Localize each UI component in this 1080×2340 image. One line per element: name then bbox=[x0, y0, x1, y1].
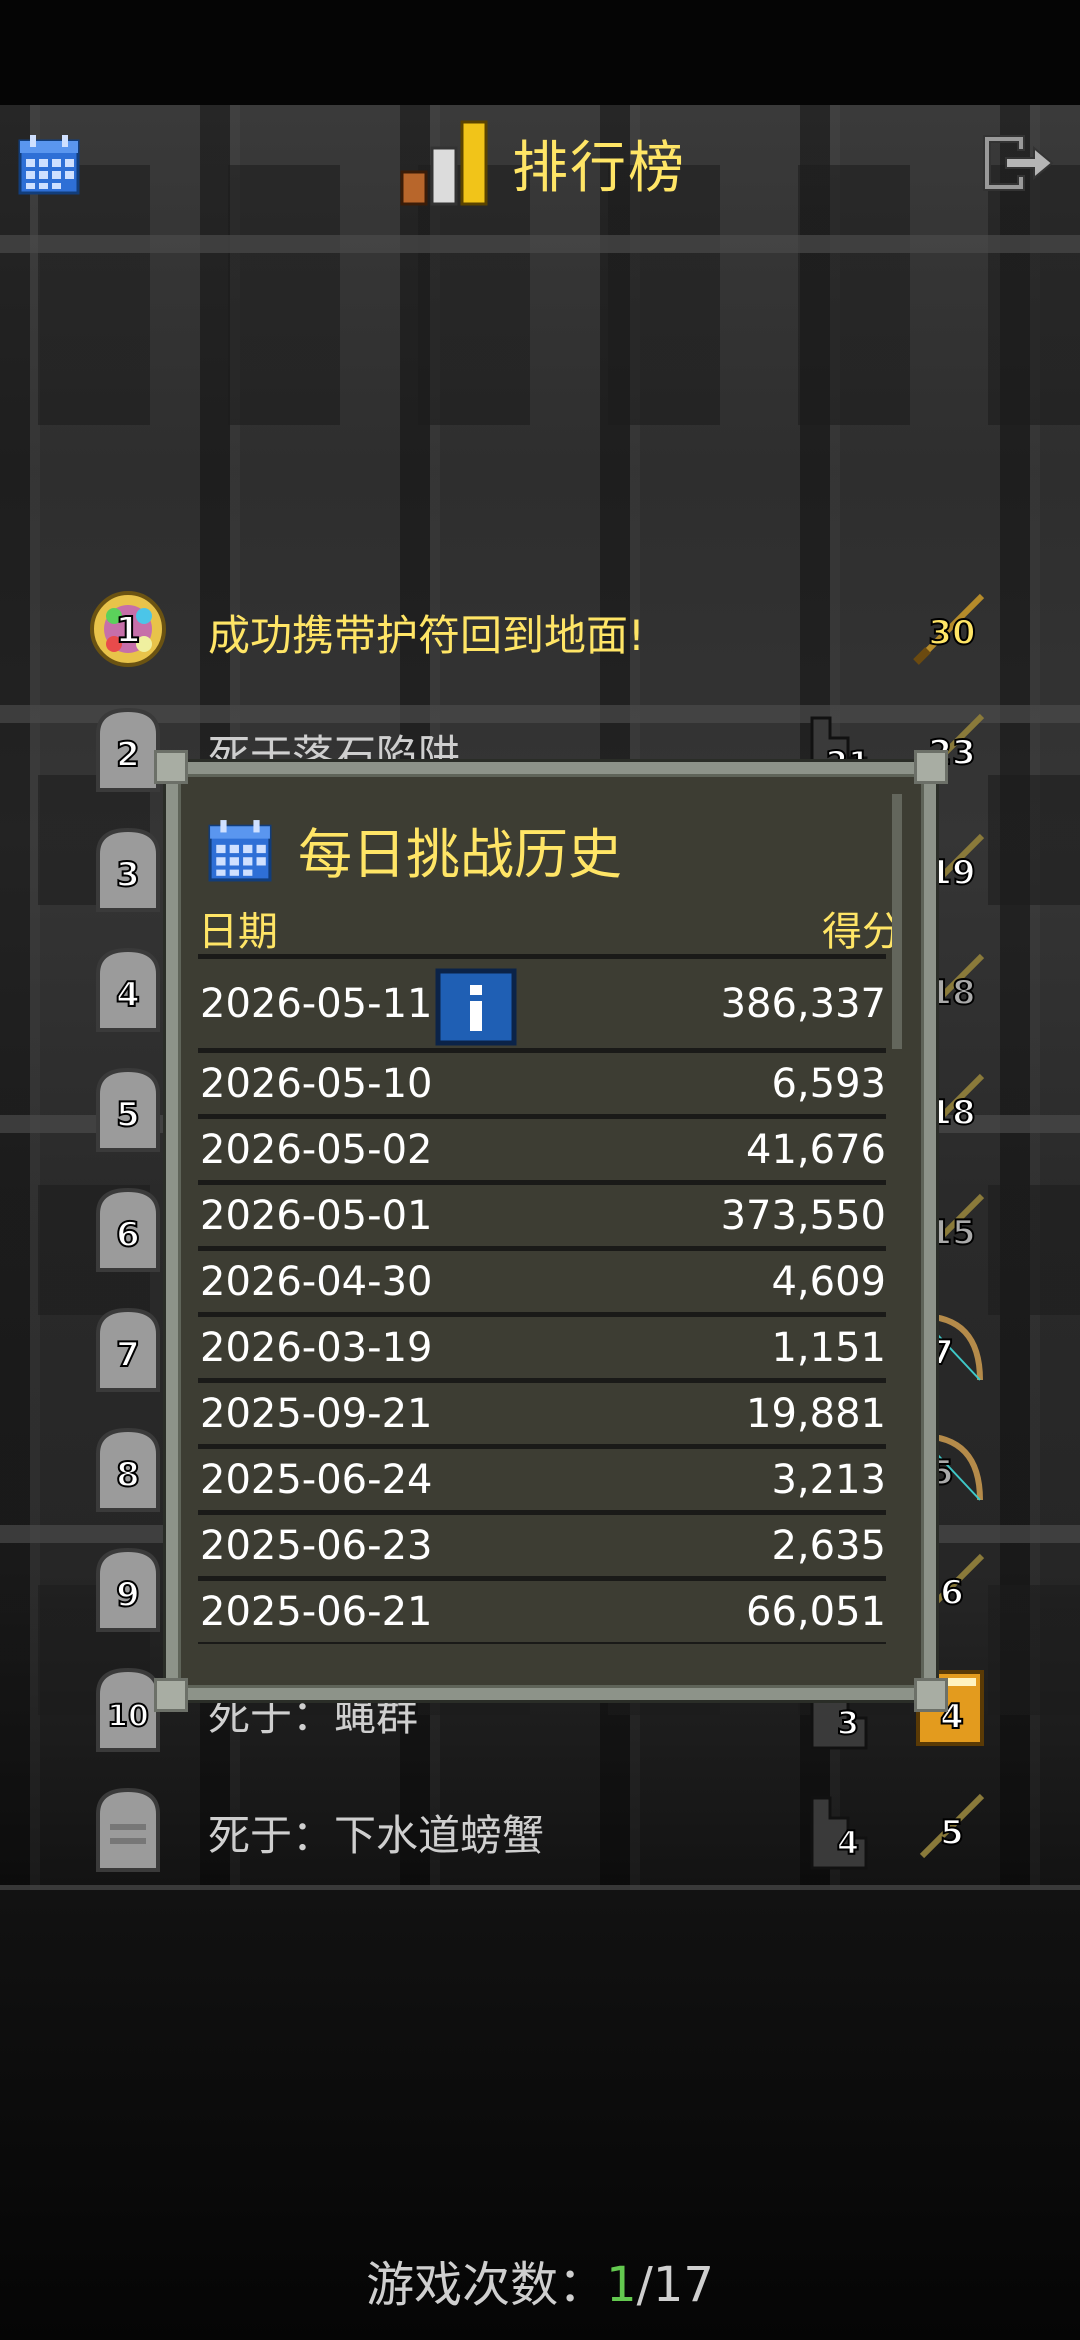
history-score: 3,213 bbox=[771, 1456, 886, 1503]
history-score: 66,051 bbox=[746, 1588, 886, 1635]
amulet-rank-badge-icon: 1 bbox=[90, 591, 166, 667]
svg-text:3: 3 bbox=[837, 1704, 859, 1742]
history-date: 2026-04-30 bbox=[200, 1258, 433, 1305]
svg-text:9: 9 bbox=[116, 1575, 140, 1615]
scrollbar[interactable] bbox=[892, 794, 902, 1049]
bar-chart-icon bbox=[400, 120, 488, 206]
history-row[interactable]: 2025-06-21 66,051 bbox=[198, 1576, 886, 1642]
column-header-date: 日期 bbox=[198, 909, 278, 955]
history-row[interactable]: 2026-05-01 373,550 bbox=[198, 1180, 886, 1246]
history-date: 2025-06-24 bbox=[200, 1456, 433, 1503]
svg-text:8: 8 bbox=[116, 1455, 140, 1495]
history-date: 2026-05-11 bbox=[200, 980, 433, 1027]
daily-challenge-history-dialog[interactable]: 每日挑战历史 日期 得分 2026-05-11 386,337 2026-05-… bbox=[154, 750, 948, 1712]
history-row[interactable]: 2026-04-30 4,609 bbox=[198, 1246, 886, 1312]
svg-text:10: 10 bbox=[107, 1699, 149, 1734]
history-row-partial[interactable] bbox=[198, 1642, 886, 1644]
stairs-icon: 4 bbox=[810, 1796, 868, 1870]
history-row[interactable]: 2026-05-10 6,593 bbox=[198, 1048, 886, 1114]
ranking-row[interactable]: 死于：下水道螃蟹 4 5 bbox=[90, 1784, 990, 1874]
history-date: 2026-05-01 bbox=[200, 1192, 433, 1239]
svg-text:5: 5 bbox=[116, 1095, 140, 1135]
calendar-icon bbox=[208, 819, 272, 881]
tombstone-icon: 7 bbox=[96, 1307, 160, 1392]
info-icon[interactable] bbox=[434, 967, 518, 1047]
svg-text:6: 6 bbox=[116, 1215, 140, 1255]
tombstone-icon bbox=[96, 1787, 160, 1872]
history-date: 2025-06-21 bbox=[200, 1588, 433, 1635]
svg-text:7: 7 bbox=[116, 1335, 140, 1375]
ranking-text: 成功携带护符回到地面! bbox=[208, 611, 645, 660]
tombstone-icon: 9 bbox=[96, 1547, 160, 1632]
history-score: 373,550 bbox=[720, 1192, 886, 1239]
svg-text:2: 2 bbox=[116, 735, 140, 775]
svg-text:6: 6 bbox=[940, 1573, 964, 1613]
leaderboard-title: 排行榜 bbox=[398, 118, 686, 208]
depth-badge: 4 bbox=[808, 1788, 884, 1872]
exit-button[interactable] bbox=[978, 130, 1056, 196]
history-row[interactable]: 2026-03-19 1,151 bbox=[198, 1312, 886, 1378]
history-row[interactable]: 2025-06-24 3,213 bbox=[198, 1444, 886, 1510]
games-played-current: 1 bbox=[606, 2257, 637, 2313]
games-played-total: /17 bbox=[636, 2257, 714, 2313]
history-score: 19,881 bbox=[746, 1390, 886, 1437]
tombstone-icon: 8 bbox=[96, 1427, 160, 1512]
history-row[interactable]: 2026-05-11 386,337 bbox=[198, 954, 886, 1048]
tombstone-icon: 6 bbox=[96, 1187, 160, 1272]
history-score: 4,609 bbox=[771, 1258, 886, 1305]
history-score: 1,151 bbox=[771, 1324, 886, 1371]
tombstone-icon: 5 bbox=[96, 1067, 160, 1152]
column-header-score: 得分 bbox=[822, 909, 902, 955]
history-score: 41,676 bbox=[746, 1126, 886, 1173]
tombstone-icon: 4 bbox=[96, 947, 160, 1032]
svg-text:5: 5 bbox=[940, 1813, 964, 1853]
sword-icon: 30 bbox=[913, 593, 985, 665]
ranking-text: 死于：下水道螃蟹 bbox=[208, 1811, 545, 1860]
page-title: 排行榜 bbox=[512, 135, 686, 201]
dialog-title: 每日挑战历史 bbox=[208, 810, 622, 889]
dialog-title-text: 每日挑战历史 bbox=[298, 823, 622, 886]
svg-text:3: 3 bbox=[116, 855, 140, 895]
history-list[interactable]: 2026-05-11 386,337 2026-05-10 6,593 2026… bbox=[198, 954, 886, 1644]
history-date: 2026-05-02 bbox=[200, 1126, 433, 1173]
games-played-counter: 游戏次数：1/17 bbox=[0, 2245, 1080, 2315]
corner-ornament bbox=[914, 1678, 948, 1712]
history-row[interactable]: 2025-09-21 19,881 bbox=[198, 1378, 886, 1444]
sword-icon: 5 bbox=[919, 1793, 985, 1859]
history-score: 386,337 bbox=[720, 980, 886, 1027]
svg-text:30: 30 bbox=[928, 613, 975, 653]
exit-icon bbox=[983, 135, 1054, 191]
calendar-icon bbox=[18, 135, 80, 195]
history-date: 2025-09-21 bbox=[200, 1390, 433, 1437]
score-badge: 5 bbox=[910, 1786, 990, 1870]
top-bar bbox=[0, 0, 1080, 105]
tombstone-icon: 3 bbox=[96, 827, 160, 912]
history-date: 2026-03-19 bbox=[200, 1324, 433, 1371]
games-played-label: 游戏次数： bbox=[366, 2257, 607, 2313]
corner-ornament bbox=[914, 750, 948, 784]
ranking-row[interactable]: 1 成功携带护符回到地面! 30 bbox=[90, 584, 990, 674]
history-row[interactable]: 2025-06-23 2,635 bbox=[198, 1510, 886, 1576]
svg-text:1: 1 bbox=[115, 610, 140, 651]
history-date: 2025-06-23 bbox=[200, 1522, 433, 1569]
history-date: 2026-05-10 bbox=[200, 1060, 433, 1107]
corner-ornament bbox=[154, 1678, 188, 1712]
history-row[interactable]: 2026-05-02 41,676 bbox=[198, 1114, 886, 1180]
corner-ornament bbox=[154, 750, 188, 784]
history-score: 6,593 bbox=[771, 1060, 886, 1107]
calendar-button[interactable] bbox=[18, 133, 80, 195]
svg-text:4: 4 bbox=[116, 975, 140, 1015]
history-score: 2,635 bbox=[771, 1522, 886, 1569]
svg-text:4: 4 bbox=[837, 1824, 859, 1862]
score-badge: 30 bbox=[910, 586, 990, 670]
